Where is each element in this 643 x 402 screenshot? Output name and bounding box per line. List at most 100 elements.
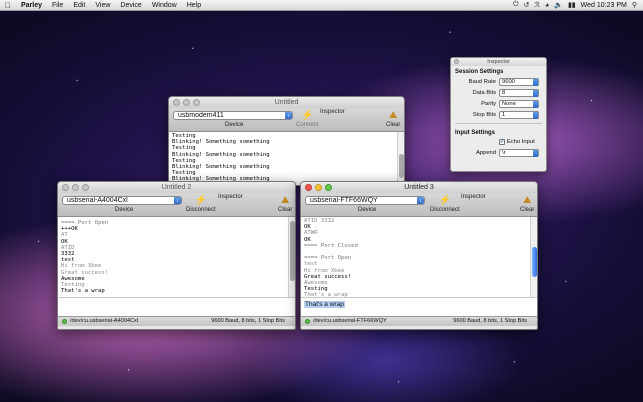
window-untitled-2-titlebar[interactable]: Untitled 2 xyxy=(58,182,295,193)
chevron-updown-icon: ↕ xyxy=(285,112,292,119)
window-untitled-titlebar[interactable]: Untitled xyxy=(169,97,404,108)
device-select[interactable]: usbserial-A4004Cxl ↕ xyxy=(62,196,182,205)
zoom-button[interactable] xyxy=(325,184,332,191)
zoom-button[interactable] xyxy=(82,184,89,191)
data-bits-row: Data Bits 8 xyxy=(451,87,546,98)
clear-button[interactable]: ⛰ Clear xyxy=(520,194,534,213)
inspector-label: Inspector xyxy=(218,194,243,200)
console-output[interactable]: ==== Port Open +++OK AT OK ATID 3332 test Hi fr… xyxy=(58,217,295,297)
data-bits-select[interactable]: 8 xyxy=(499,88,539,97)
close-button[interactable] xyxy=(454,59,459,64)
menu-edit[interactable]: Edit xyxy=(68,2,90,9)
apple-menu-icon[interactable]:  xyxy=(0,1,16,10)
input-settings-header: Input Settings xyxy=(455,130,495,136)
device-select-value: usbmodem411 xyxy=(178,112,224,119)
append-value: \r xyxy=(502,149,506,156)
append-row: Append \r xyxy=(451,147,546,158)
send-input[interactable]: That's a wrap xyxy=(301,297,537,316)
inspector-panel: Inspector Session Settings Baud Rate 960… xyxy=(450,57,547,172)
window-untitled: Untitled usbmodem411 ↕ Device ⚡ Connect … xyxy=(168,96,405,186)
stop-bits-select[interactable]: 1 xyxy=(499,110,539,119)
inspector-label: Inspector xyxy=(320,109,345,115)
menu-app[interactable]: Parley xyxy=(16,2,47,9)
window-untitled-3-titlebar[interactable]: Untitled 3 xyxy=(301,182,537,193)
menu-file[interactable]: File xyxy=(47,2,68,9)
chevron-updown-icon xyxy=(533,100,538,108)
data-bits-label: Data Bits xyxy=(472,89,496,96)
echo-input-label: Echo Input xyxy=(507,139,535,145)
data-bits-value: 8 xyxy=(502,89,506,96)
device-label: Device xyxy=(115,207,134,213)
menu-device[interactable]: Device xyxy=(115,2,146,9)
console-line: That's a wrap xyxy=(304,292,348,297)
connect-plug-icon: ⚡ xyxy=(300,110,314,121)
device-select[interactable]: usbmodem411 ↕ xyxy=(173,111,293,120)
disconnect-button[interactable]: ⚡ Disconnect xyxy=(186,194,216,213)
inspector-titlebar[interactable]: Inspector xyxy=(451,58,546,66)
zoom-button[interactable] xyxy=(193,99,200,106)
disconnect-label: Disconnect xyxy=(430,207,460,213)
baud-rate-value: 9600 xyxy=(502,78,515,85)
chevron-updown-icon xyxy=(533,149,538,157)
power-icon[interactable]: ⏻ xyxy=(513,1,519,9)
spotlight-search-icon[interactable]: ⚲ xyxy=(632,1,637,9)
chevron-updown-icon xyxy=(533,111,538,119)
minimize-button[interactable] xyxy=(183,99,190,106)
clear-label: Clear xyxy=(520,207,535,213)
window-title: Untitled 2 xyxy=(161,184,192,191)
console-output[interactable]: Testing Blinking! Something something Test… xyxy=(169,132,404,185)
status-port: /dev/cu.usbserial-A4004Cxl xyxy=(70,318,139,324)
menu-clock[interactable]: Wed 10:23 PM xyxy=(581,2,627,9)
clear-label: Clear xyxy=(386,122,401,128)
connect-button[interactable]: ⚡ Connect xyxy=(296,109,318,128)
status-settings: 9600 Baud, 8 bits, 1 Stop Bits xyxy=(211,318,285,324)
device-label: Device xyxy=(225,122,244,128)
console-scrollbar[interactable] xyxy=(530,217,537,297)
device-select-value: usbserial-FTF66WQY xyxy=(310,197,378,204)
menu-help[interactable]: Help xyxy=(182,2,206,9)
time-machine-icon[interactable]: ↺ xyxy=(524,1,530,9)
status-bar: /dev/cu.usbserial-A4004Cxl 9600 Baud, 8 … xyxy=(58,316,295,326)
chevron-updown-icon xyxy=(533,78,538,86)
parity-select[interactable]: None xyxy=(499,99,539,108)
clear-button[interactable]: ⛰ Clear xyxy=(278,194,292,213)
append-label: Append xyxy=(476,149,496,156)
close-button[interactable] xyxy=(305,184,312,191)
console-scrollbar[interactable] xyxy=(397,132,404,185)
bluetooth-icon[interactable]: ℛ xyxy=(534,1,540,9)
inspector-button[interactable]: i Inspector xyxy=(218,194,243,200)
device-select-value: usbserial-A4004Cxl xyxy=(67,197,128,204)
wifi-icon[interactable]: ◕ xyxy=(545,2,549,9)
baud-rate-select[interactable]: 9600 xyxy=(499,77,539,86)
close-button[interactable] xyxy=(173,99,180,106)
send-input[interactable] xyxy=(58,297,295,316)
minimize-button[interactable] xyxy=(72,184,79,191)
inspector-button[interactable]: i Inspector xyxy=(320,109,345,115)
device-select[interactable]: usbserial-FTF66WQY ↕ xyxy=(305,196,425,205)
divider xyxy=(455,123,542,124)
parity-value: None xyxy=(502,100,516,107)
volume-icon[interactable]: 🔈 xyxy=(554,1,563,9)
clear-label: Clear xyxy=(278,207,293,213)
baud-rate-row: Baud Rate 9600 xyxy=(451,76,546,87)
connection-status-icon xyxy=(305,319,310,324)
menu-view[interactable]: View xyxy=(90,2,115,9)
append-select[interactable]: \r xyxy=(499,148,539,157)
menu-window[interactable]: Window xyxy=(147,2,182,9)
checkmark-icon: ✓ xyxy=(499,139,505,145)
battery-icon[interactable]: ▮▮ xyxy=(568,1,576,9)
inspector-button[interactable]: i Inspector xyxy=(461,194,486,200)
minimize-button[interactable] xyxy=(315,184,322,191)
status-bar: /dev/cu.usbserial-FTF66WQY 9600 Baud, 8 … xyxy=(301,316,537,326)
stop-bits-row: Stop Bits 1 xyxy=(451,109,546,120)
disconnect-button[interactable]: ⚡ Disconnect xyxy=(430,194,460,213)
console-output[interactable]: ATID 3332 OK ATWR OK ==== Port Closed ==== P… xyxy=(301,217,537,297)
clear-button[interactable]: ⛰ Clear xyxy=(386,109,400,128)
chevron-updown-icon: ↕ xyxy=(417,197,424,204)
close-button[interactable] xyxy=(62,184,69,191)
broom-icon: ⛰ xyxy=(280,195,290,206)
chevron-updown-icon xyxy=(533,89,538,97)
echo-input-checkbox[interactable]: ✓ Echo Input xyxy=(451,137,546,147)
console-scrollbar[interactable] xyxy=(288,217,295,297)
status-port: /dev/cu.usbserial-FTF66WQY xyxy=(313,318,387,324)
